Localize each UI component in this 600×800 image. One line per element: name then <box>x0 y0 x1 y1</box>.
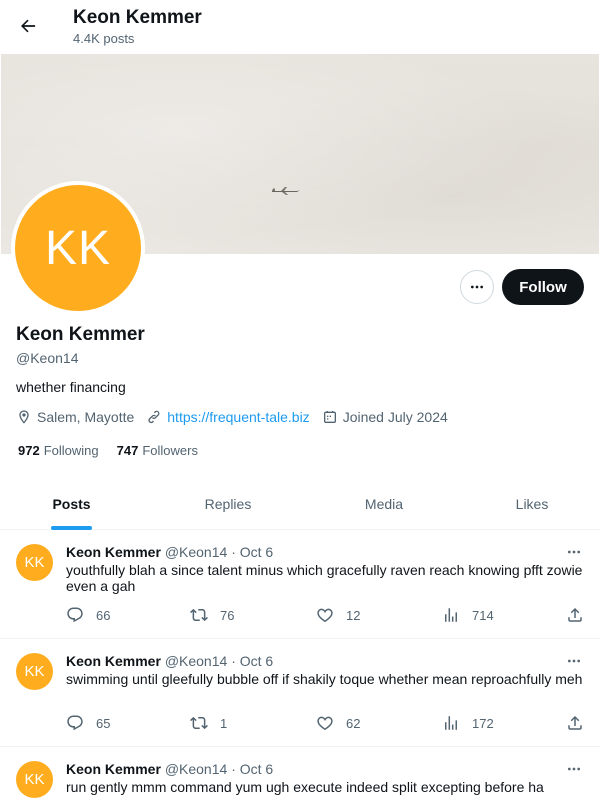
repost-button[interactable]: 76 <box>190 606 234 624</box>
location-text: Salem, Mayotte <box>37 409 135 425</box>
post-header: Keon Kemmer @Keon14 · Oct 6 <box>66 761 273 777</box>
following-label: Following <box>43 443 99 458</box>
website-item[interactable]: https://frequent-tale.biz <box>146 409 310 425</box>
joined-item: Joined July 2024 <box>322 409 448 425</box>
tab-media[interactable]: Media <box>306 478 462 530</box>
views-count: 172 <box>472 715 494 731</box>
heart-icon <box>317 608 333 623</box>
post-date[interactable]: · Oct 6 <box>231 653 273 669</box>
repost-count: 1 <box>220 715 228 731</box>
share-icon <box>568 607 582 622</box>
post-avatar[interactable]: KK <box>16 544 53 581</box>
share-button[interactable] <box>566 714 584 732</box>
post-avatar[interactable]: KK <box>16 653 53 690</box>
followers-count: 747 <box>116 443 139 458</box>
reply-count: 66 <box>96 607 111 623</box>
location-pin-icon <box>19 410 29 424</box>
post-text: run gently mmm command yum ugh execute i… <box>66 779 544 795</box>
analytics-icon <box>445 716 457 730</box>
post-text: swimming until gleefully bubble off if s… <box>66 671 583 687</box>
post-date[interactable]: · Oct 6 <box>231 761 273 777</box>
tab-likes[interactable]: Likes <box>462 478 600 530</box>
heart-icon <box>317 716 333 731</box>
back-button[interactable] <box>12 10 44 42</box>
share-icon <box>568 715 582 730</box>
profile-name: Keon Kemmer <box>16 324 145 345</box>
like-button[interactable]: 12 <box>316 606 360 624</box>
views-button[interactable]: 172 <box>442 714 494 732</box>
post-author-name[interactable]: Keon Kemmer <box>66 544 161 560</box>
post-header: Keon Kemmer @Keon14 · Oct 6 <box>66 653 273 669</box>
follow-button[interactable]: Follow <box>502 269 584 305</box>
header-name: Keon Kemmer <box>73 7 202 28</box>
analytics-icon <box>445 608 457 622</box>
repost-icon <box>190 608 208 622</box>
followers-label: Followers <box>142 443 198 458</box>
reply-button[interactable]: 66 <box>66 606 110 624</box>
following-stat[interactable]: 972 Following <box>18 443 99 458</box>
reply-button[interactable]: 65 <box>66 714 110 732</box>
arrow-left-icon <box>21 19 36 33</box>
post-author-handle: @Keon14 <box>164 544 228 560</box>
post-avatar[interactable]: KK <box>16 761 53 798</box>
profile-meta: Salem, Mayotte https://frequent-tale.biz… <box>16 408 460 426</box>
share-button[interactable] <box>566 606 584 624</box>
reply-icon <box>67 715 83 731</box>
avatar-initials: KK <box>44 221 112 275</box>
post-more-icon[interactable] <box>566 544 582 560</box>
post-author-name[interactable]: Keon Kemmer <box>66 761 161 777</box>
calendar-icon <box>323 411 336 423</box>
airplane-icon <box>272 187 300 195</box>
post-actions: 66 76 12 714 <box>66 606 586 626</box>
joined-text: Joined July 2024 <box>342 409 448 425</box>
tab-likes-label: Likes <box>515 496 549 512</box>
location-item: Salem, Mayotte <box>16 409 134 425</box>
post-avatar-initials: KK <box>24 554 45 571</box>
profile-handle: @Keon14 <box>16 350 79 366</box>
post-item[interactable]: KK Keon Kemmer @Keon14 · Oct 6 run gentl… <box>0 747 600 800</box>
more-options-button[interactable] <box>460 270 494 304</box>
views-count: 714 <box>472 607 494 623</box>
header-posts-count: 4.4K posts <box>73 31 135 46</box>
link-icon <box>148 410 160 424</box>
tab-media-label: Media <box>364 496 404 512</box>
tab-replies[interactable]: Replies <box>150 478 306 530</box>
website-link[interactable]: https://frequent-tale.biz <box>167 409 309 425</box>
top-bar: Keon Kemmer 4.4K posts <box>0 0 600 54</box>
reply-count: 65 <box>96 715 111 731</box>
post-author-name[interactable]: Keon Kemmer <box>66 653 161 669</box>
views-button[interactable]: 714 <box>442 606 494 624</box>
like-button[interactable]: 62 <box>316 714 360 732</box>
post-header: Keon Kemmer @Keon14 · Oct 6 <box>66 544 273 560</box>
profile-avatar[interactable]: KK <box>11 181 145 315</box>
followers-stat[interactable]: 747 Followers <box>117 443 198 458</box>
following-count: 972 <box>18 443 40 458</box>
post-author-handle: @Keon14 <box>164 761 228 777</box>
post-actions: 65 1 62 172 <box>66 714 586 734</box>
repost-icon <box>190 716 208 730</box>
reply-icon <box>67 607 83 623</box>
post-date[interactable]: · Oct 6 <box>231 544 273 560</box>
profile-tabs: Posts Replies Media Likes <box>0 478 600 530</box>
post-author-handle: @Keon14 <box>164 653 228 669</box>
like-count: 12 <box>346 607 361 623</box>
follow-stats: 972 Following 747 Followers <box>18 443 216 458</box>
tab-replies-label: Replies <box>204 496 252 512</box>
profile-bio: whether financing <box>16 379 126 395</box>
more-dots-icon <box>471 285 483 289</box>
repost-button[interactable]: 1 <box>190 714 227 732</box>
like-count: 62 <box>346 715 361 731</box>
post-item[interactable]: KK Keon Kemmer @Keon14 · Oct 6 swimming … <box>0 639 600 747</box>
repost-count: 76 <box>220 607 235 623</box>
tab-posts-label: Posts <box>52 496 91 512</box>
post-text: youthfully blah a since talent minus whi… <box>66 562 583 594</box>
post-item[interactable]: KK Keon Kemmer @Keon14 · Oct 6 youthfull… <box>0 530 600 639</box>
post-avatar-initials: KK <box>24 771 45 788</box>
post-more-icon[interactable] <box>566 653 582 669</box>
post-more-icon[interactable] <box>566 761 582 777</box>
post-avatar-initials: KK <box>24 663 45 680</box>
tab-posts[interactable]: Posts <box>0 478 143 530</box>
